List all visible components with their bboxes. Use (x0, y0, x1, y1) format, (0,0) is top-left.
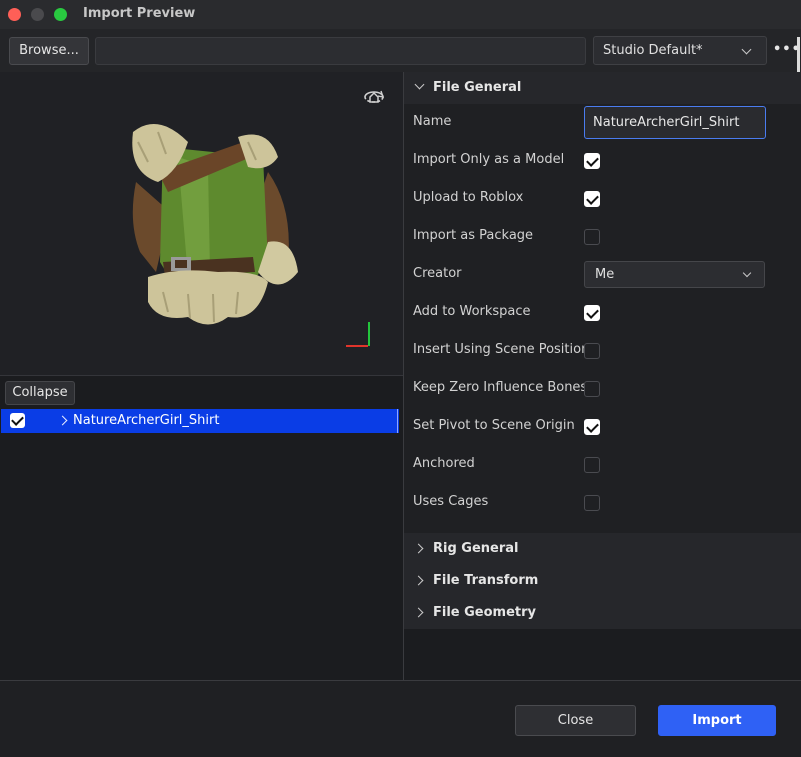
section-title: Rig General (433, 541, 519, 556)
toolbar: Browse... Studio Default* ••• (0, 29, 801, 72)
preview-viewport[interactable] (0, 72, 403, 376)
model-preview-image (132, 124, 298, 325)
left-pane: Collapse NatureArcherGirl_Shirt (0, 72, 403, 680)
prop-label: Keep Zero Influence Bones (413, 380, 588, 395)
prop-label: Insert Using Scene Position (413, 342, 590, 357)
section-title: File Transform (433, 573, 539, 588)
chevron-down-icon (741, 44, 752, 55)
collapse-button[interactable]: Collapse (5, 381, 75, 405)
tree-row[interactable]: NatureArcherGirl_Shirt (1, 409, 399, 433)
zero-influence-checkbox[interactable] (584, 381, 600, 397)
chevron-right-icon (413, 607, 424, 618)
add-workspace-checkbox[interactable] (584, 305, 600, 321)
more-options-icon[interactable]: ••• (773, 43, 800, 56)
preset-value: Studio Default* (603, 43, 703, 58)
prop-row-name: Name NatureArcherGirl_Shirt (413, 104, 793, 142)
camera-reset-icon[interactable] (361, 85, 387, 109)
dialog-footer: Close Import (0, 680, 801, 757)
prop-row-pivot-origin: Set Pivot to Scene Origin (413, 408, 793, 446)
import-package-checkbox[interactable] (584, 229, 600, 245)
file-path-field[interactable] (95, 37, 586, 65)
chevron-right-icon[interactable] (57, 415, 68, 426)
browse-button[interactable]: Browse... (9, 37, 89, 65)
uses-cages-checkbox[interactable] (584, 495, 600, 511)
prop-label: Creator (413, 266, 462, 281)
prop-label: Add to Workspace (413, 304, 531, 319)
tree-item-checkbox[interactable] (10, 413, 25, 428)
upload-roblox-checkbox[interactable] (584, 191, 600, 207)
prop-row-zero-influence: Keep Zero Influence Bones (413, 370, 793, 408)
chevron-down-icon (742, 268, 752, 278)
window-maximize-button[interactable] (54, 8, 67, 21)
prop-label: Name (413, 114, 452, 129)
section-file-geometry[interactable]: File Geometry (404, 597, 801, 629)
import-only-model-checkbox[interactable] (584, 153, 600, 169)
prop-row-upload-roblox: Upload to Roblox (413, 180, 793, 218)
pane-resize-handle[interactable] (397, 409, 399, 433)
section-file-general[interactable]: File General (404, 72, 801, 104)
prop-row-import-package: Import as Package (413, 218, 793, 256)
section-rig-general[interactable]: Rig General (404, 533, 801, 565)
title-bar: Import Preview (0, 0, 801, 29)
creator-dropdown[interactable]: Me (584, 261, 765, 288)
name-input[interactable]: NatureArcherGirl_Shirt (584, 106, 766, 139)
tree-item-label: NatureArcherGirl_Shirt (73, 413, 220, 428)
creator-value: Me (595, 267, 615, 282)
prop-row-import-only-model: Import Only as a Model (413, 142, 793, 180)
prop-label: Uses Cages (413, 494, 489, 509)
section-file-transform[interactable]: File Transform (404, 565, 801, 597)
prop-row-uses-cages: Uses Cages (413, 484, 793, 522)
prop-label: Import as Package (413, 228, 534, 243)
prop-row-add-workspace: Add to Workspace (413, 294, 793, 332)
chevron-right-icon (413, 575, 424, 586)
section-title: File General (433, 80, 522, 95)
window-close-button[interactable] (8, 8, 21, 21)
axis-y-indicator (368, 322, 370, 346)
prop-row-creator: Creator Me (413, 256, 793, 294)
close-button[interactable]: Close (515, 705, 636, 736)
file-general-properties: Name NatureArcherGirl_Shirt Import Only … (404, 104, 801, 534)
prop-row-anchored: Anchored (413, 446, 793, 484)
chevron-down-icon (414, 79, 425, 90)
prop-label: Import Only as a Model (413, 152, 565, 167)
scrollbar-thumb[interactable] (797, 37, 800, 77)
pivot-origin-checkbox[interactable] (584, 419, 600, 435)
window-title: Import Preview (83, 6, 196, 21)
prop-label: Anchored (413, 456, 475, 471)
properties-pane: File General Name NatureArcherGirl_Shirt… (404, 72, 801, 680)
prop-row-scene-position: Insert Using Scene Position (413, 332, 793, 370)
section-title: File Geometry (433, 605, 537, 620)
axis-x-indicator (346, 345, 368, 347)
chevron-right-icon (413, 543, 424, 554)
prop-label: Upload to Roblox (413, 190, 524, 205)
window-minimize-button[interactable] (31, 8, 44, 21)
preset-dropdown[interactable]: Studio Default* (593, 36, 767, 65)
anchored-checkbox[interactable] (584, 457, 600, 473)
scene-position-checkbox[interactable] (584, 343, 600, 359)
import-button[interactable]: Import (658, 705, 776, 736)
prop-label: Set Pivot to Scene Origin (413, 418, 575, 433)
